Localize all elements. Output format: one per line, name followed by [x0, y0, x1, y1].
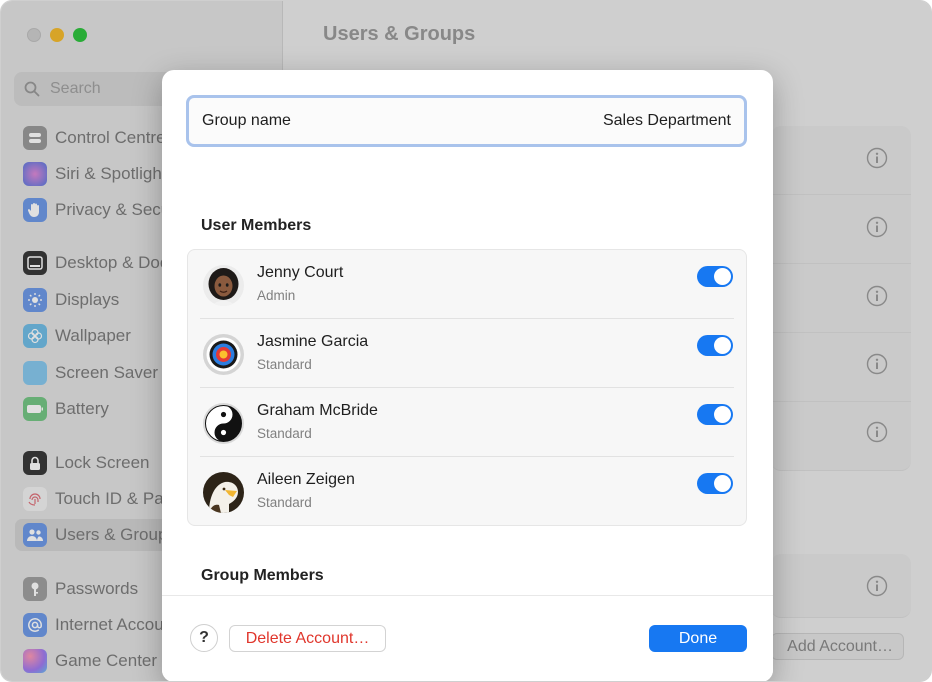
member-role: Standard [257, 495, 312, 510]
list-item: Graham McBride Standard [188, 388, 746, 457]
user-members-list: Jenny Court Admin Jasmine Garcia Standar… [187, 249, 747, 526]
toggle-knob [714, 475, 731, 492]
member-toggle[interactable] [697, 404, 733, 425]
member-name: Aileen Zeigen [257, 471, 355, 488]
group-name-field[interactable]: Group name Sales Department [186, 95, 747, 147]
member-toggle[interactable] [697, 266, 733, 287]
memoji-avatar [203, 265, 244, 306]
sheet-footer: ? Delete Account… Done [162, 595, 773, 681]
member-role: Standard [257, 357, 312, 372]
member-toggle[interactable] [697, 335, 733, 356]
yin-yang-avatar [203, 403, 244, 444]
help-button[interactable]: ? [190, 624, 218, 652]
group-members-heading: Group Members [201, 567, 324, 584]
group-sheet: Group name Sales Department User Members [162, 70, 773, 681]
member-toggle[interactable] [697, 473, 733, 494]
group-name-value[interactable]: Sales Department [603, 112, 731, 130]
list-item: Jasmine Garcia Standard [188, 319, 746, 388]
member-name: Graham McBride [257, 402, 378, 419]
toggle-knob [714, 337, 731, 354]
list-item: Aileen Zeigen Standard [188, 457, 746, 526]
delete-account-button[interactable]: Delete Account… [229, 625, 386, 652]
toggle-knob [714, 406, 731, 423]
eagle-avatar [203, 472, 244, 513]
member-name: Jenny Court [257, 264, 344, 281]
member-name: Jasmine Garcia [257, 333, 369, 350]
settings-window: Control Centre Siri & Spotlight Privacy … [0, 0, 932, 682]
done-button[interactable]: Done [649, 625, 747, 652]
member-role: Admin [257, 288, 296, 303]
group-name-label: Group name [202, 112, 291, 129]
toggle-knob [714, 268, 731, 285]
member-role: Standard [257, 426, 312, 441]
user-members-heading: User Members [201, 217, 312, 234]
target-avatar [203, 334, 244, 375]
list-item: Jenny Court Admin [188, 250, 746, 319]
